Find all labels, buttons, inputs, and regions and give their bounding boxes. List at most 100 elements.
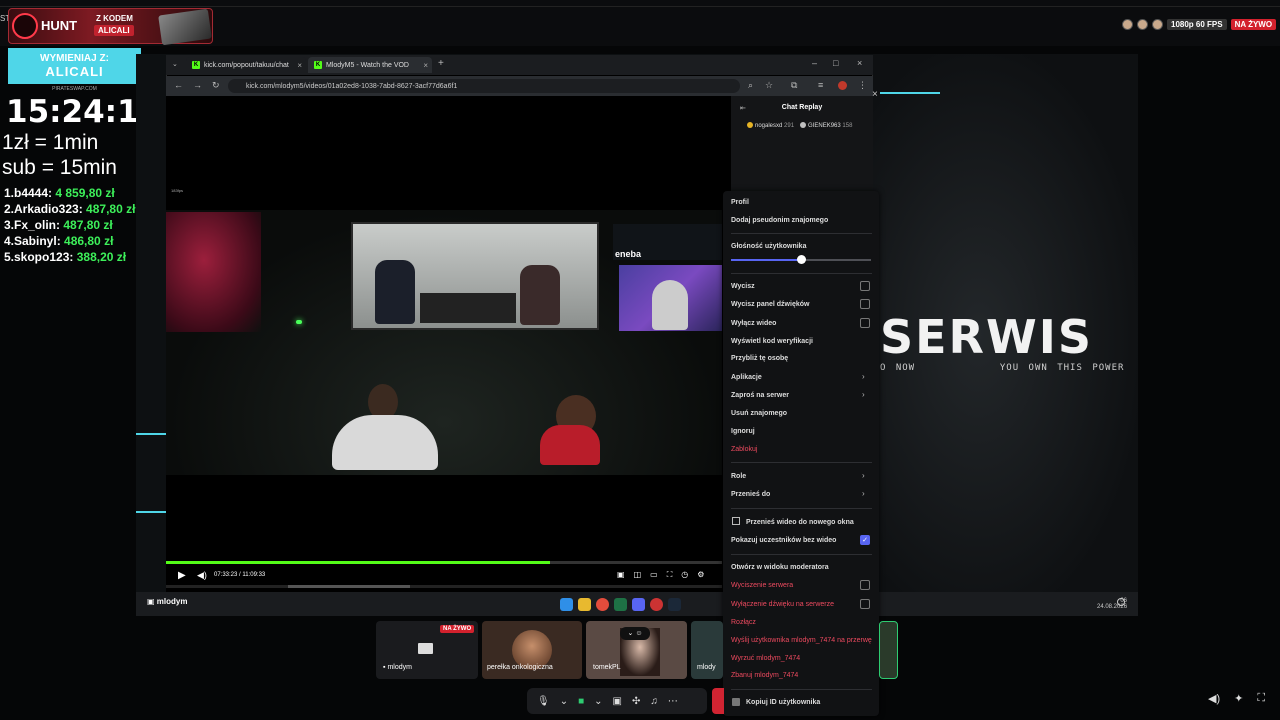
menu-popout-video[interactable]: Przenieś wideo do nowego okna bbox=[746, 519, 854, 526]
discord-icon[interactable] bbox=[632, 597, 645, 611]
chevron-down-icon[interactable]: ⌄ bbox=[560, 696, 568, 707]
maximize-icon[interactable]: □ bbox=[833, 58, 838, 68]
bottom-right-controls: ◀) ✦ ⛶ bbox=[1208, 692, 1265, 705]
reload-icon[interactable]: ↻ bbox=[212, 80, 220, 91]
menu-disable-video[interactable]: Wyłącz wideo bbox=[731, 320, 776, 327]
tile-label: ▪ mlodym bbox=[383, 664, 412, 671]
menu-remove-friend[interactable]: Usuń znajomego bbox=[731, 410, 787, 417]
end-call-button[interactable] bbox=[712, 688, 724, 714]
more-icon[interactable]: ⋯ bbox=[668, 696, 678, 707]
microphone-icon[interactable]: 🎙 bbox=[537, 696, 550, 707]
red-curtain bbox=[166, 212, 261, 332]
pin-icon[interactable]: ✦ bbox=[1234, 692, 1243, 705]
menu-profile[interactable]: Profil bbox=[731, 199, 749, 206]
menu-block[interactable]: Zablokuj bbox=[731, 446, 757, 453]
menu-separator bbox=[731, 273, 872, 274]
scrub-track[interactable] bbox=[166, 585, 722, 588]
speaker-icon[interactable]: ◀) bbox=[1208, 692, 1220, 705]
menu-disconnect[interactable]: Rozłącz bbox=[731, 619, 756, 626]
menu-separator bbox=[731, 233, 872, 234]
back-icon[interactable]: ← bbox=[174, 80, 183, 90]
magnifier-icon[interactable] bbox=[1117, 598, 1125, 606]
chat-user[interactable]: GIENEK963 158 bbox=[800, 122, 852, 129]
screen-share-icon bbox=[418, 643, 433, 654]
user-volume-knob[interactable] bbox=[797, 255, 806, 264]
tab-vod[interactable]: K MlodyM5 - Watch the VOD × bbox=[308, 57, 432, 73]
menu-roles[interactable]: Role bbox=[731, 473, 746, 480]
fullscreen-icon[interactable]: ⛶ bbox=[667, 570, 673, 580]
chevron-down-icon[interactable]: ⌄ bbox=[594, 696, 602, 707]
menu-add-nickname[interactable]: Dodaj pseudonim znajomego bbox=[731, 217, 828, 224]
close-window-icon[interactable]: × bbox=[857, 58, 862, 68]
profile-avatar[interactable] bbox=[838, 81, 847, 90]
speed-icon[interactable]: ◷ bbox=[681, 570, 688, 580]
menu-dots-icon[interactable]: ⋮ bbox=[858, 80, 867, 91]
menu-kick-user[interactable]: Wyrzuć mlodym_7474 bbox=[731, 655, 800, 662]
disable-video-checkbox[interactable] bbox=[860, 318, 870, 328]
clip-icon[interactable]: ▣ bbox=[617, 570, 625, 580]
tab-search-icon[interactable]: ⌄ bbox=[172, 60, 178, 68]
forward-icon[interactable]: → bbox=[193, 80, 202, 90]
promo-line-1: WYMIENIAJ Z: bbox=[40, 53, 109, 64]
file-explorer-icon[interactable] bbox=[578, 597, 591, 611]
windows-start-icon[interactable] bbox=[560, 597, 573, 611]
leaderboard-row: 4.Sabinyl: 486,80 zł bbox=[4, 234, 114, 248]
activities-icon[interactable]: ✣ bbox=[632, 696, 640, 707]
menu-ignore[interactable]: Ignoruj bbox=[731, 428, 755, 435]
chat-user[interactable]: nogalesxd 291 bbox=[747, 122, 794, 129]
menu-separator bbox=[731, 462, 872, 463]
server-deafen-checkbox[interactable] bbox=[860, 599, 870, 609]
volume-icon[interactable]: ◀) bbox=[197, 570, 207, 581]
menu-ban-user[interactable]: Zbanuj mlodym_7474 bbox=[731, 672, 798, 679]
participant-tile[interactable] bbox=[879, 621, 898, 679]
camera-icon[interactable]: ■ bbox=[578, 696, 584, 707]
serwis-tagline: O NOW YOU OWN THIS POWER bbox=[880, 363, 1125, 373]
menu-server-mute[interactable]: Wyciszenie serwera bbox=[731, 582, 793, 589]
fullscreen-icon[interactable]: ⛶ bbox=[1257, 692, 1265, 705]
menu-verification-code[interactable]: Wyświetl kod weryfikacji bbox=[731, 338, 813, 345]
soundboard-icon[interactable]: ♫ bbox=[650, 696, 658, 707]
screenshot-icon[interactable]: ◫ bbox=[634, 570, 642, 580]
extensions-icon[interactable]: ⧉ bbox=[791, 80, 797, 91]
excel-icon[interactable] bbox=[614, 597, 627, 611]
menu-moderator-view[interactable]: Otwórz w widoku moderatora bbox=[731, 564, 829, 571]
menu-focus-person[interactable]: Przybliż tę osobę bbox=[731, 355, 788, 362]
mute-soundboard-checkbox[interactable] bbox=[860, 299, 870, 309]
play-icon[interactable]: ▶ bbox=[178, 570, 186, 581]
close-tab-icon[interactable]: × bbox=[297, 61, 302, 70]
bookmark-star-icon[interactable]: ☆ bbox=[765, 80, 773, 91]
menu-user-volume-label: Głośność użytkownika bbox=[731, 243, 807, 250]
media-icon[interactable]: ≡ bbox=[818, 80, 823, 90]
minimize-icon[interactable]: – bbox=[812, 58, 817, 68]
menu-invite-server[interactable]: Zaproś na serwer bbox=[731, 392, 789, 399]
menu-server-deafen[interactable]: Wyłączenie dźwięku na serwerze bbox=[731, 601, 834, 608]
audience-person bbox=[332, 415, 438, 470]
leaderboard-row: 1.b4444: 4 859,80 zł bbox=[4, 186, 115, 200]
chevron-right-icon: › bbox=[862, 372, 865, 381]
menu-mute[interactable]: Wycisz bbox=[731, 283, 755, 290]
menu-move-to[interactable]: Przenieś do bbox=[731, 491, 770, 498]
show-no-video-checkbox[interactable]: ✓ bbox=[860, 535, 870, 545]
menu-mute-soundboard[interactable]: Wycisz panel dźwięków bbox=[731, 301, 809, 308]
chrome-icon[interactable] bbox=[596, 597, 609, 611]
close-tab-icon[interactable]: × bbox=[423, 61, 428, 70]
app-icon[interactable] bbox=[650, 597, 663, 611]
theater-icon[interactable]: ▭ bbox=[650, 570, 658, 580]
new-tab-icon[interactable]: + bbox=[438, 58, 444, 69]
steam-icon[interactable] bbox=[668, 597, 681, 611]
address-bar[interactable]: kick.com/mlodym5/videos/01a02ed8-1038-7a… bbox=[228, 79, 740, 93]
zoom-icon[interactable]: ⌕ bbox=[748, 80, 753, 91]
live-badge: NA ŻYWO bbox=[1230, 18, 1277, 30]
mute-checkbox[interactable] bbox=[860, 281, 870, 291]
menu-apps[interactable]: Aplikacje bbox=[731, 374, 762, 381]
tv-table bbox=[420, 293, 516, 323]
menu-copy-user-id[interactable]: Kopiuj ID użytkownika bbox=[746, 699, 820, 706]
server-mute-checkbox[interactable] bbox=[860, 580, 870, 590]
settings-gear-icon[interactable]: ⚙ bbox=[697, 570, 704, 580]
menu-timeout-user[interactable]: Wyślij użytkownika mlodym_7474 na przerw… bbox=[731, 637, 872, 644]
eneba-logo: eneba bbox=[615, 249, 642, 259]
tab-kick-chat[interactable]: K kick.com/popout/takuu/chat × bbox=[186, 57, 306, 73]
screen-share-button-icon[interactable]: ▣ bbox=[613, 696, 622, 707]
menu-show-no-video[interactable]: Pokazuj uczestników bez wideo bbox=[731, 537, 836, 544]
tile-options-pill[interactable]: ⌄ ☺ bbox=[620, 627, 650, 640]
